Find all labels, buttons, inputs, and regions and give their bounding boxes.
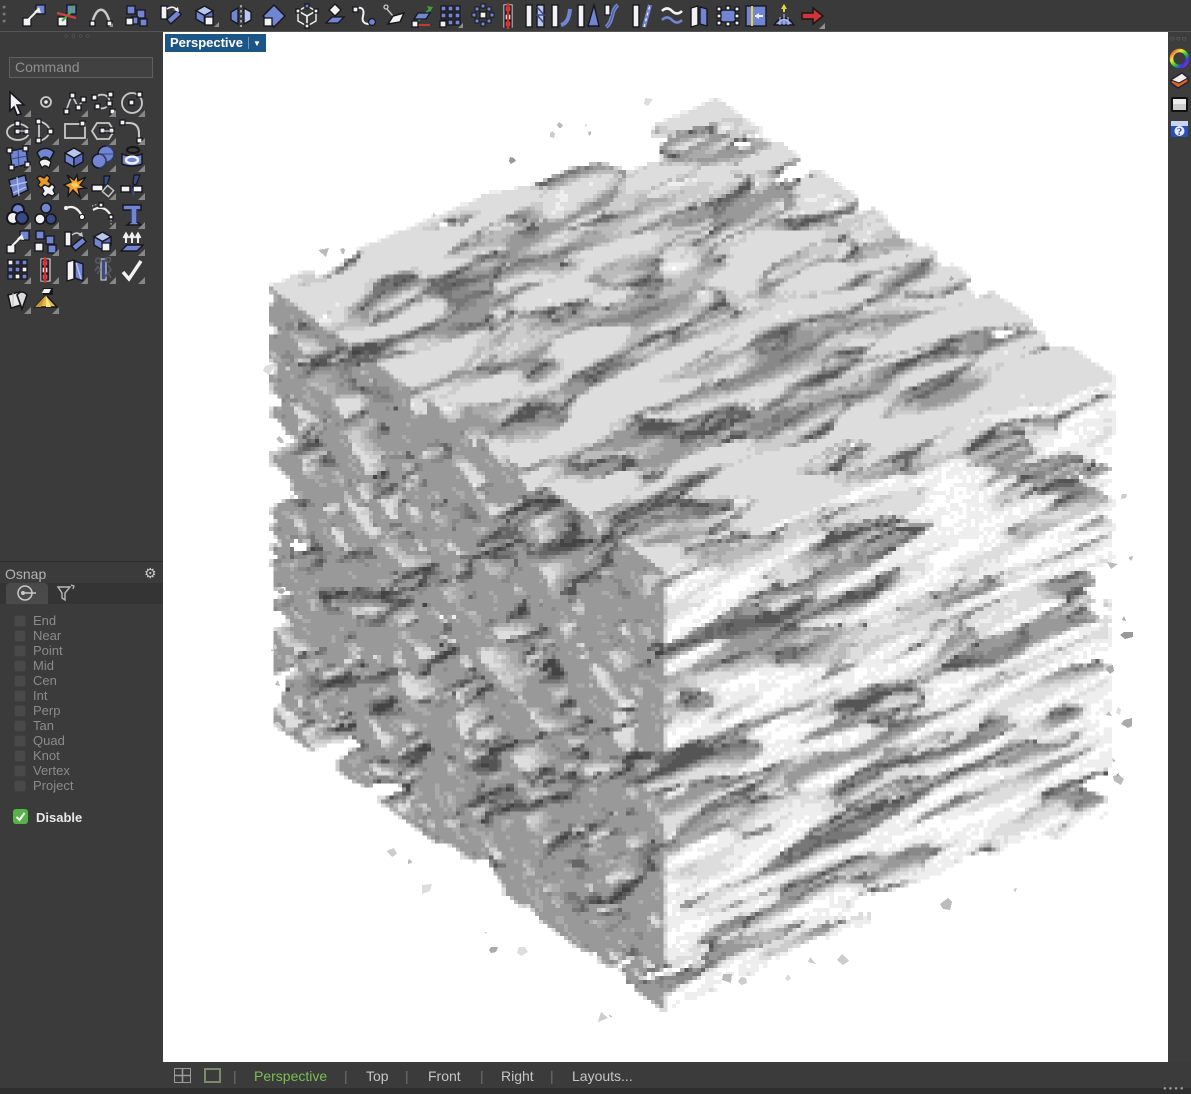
svg-text:?: ? bbox=[1177, 126, 1183, 138]
